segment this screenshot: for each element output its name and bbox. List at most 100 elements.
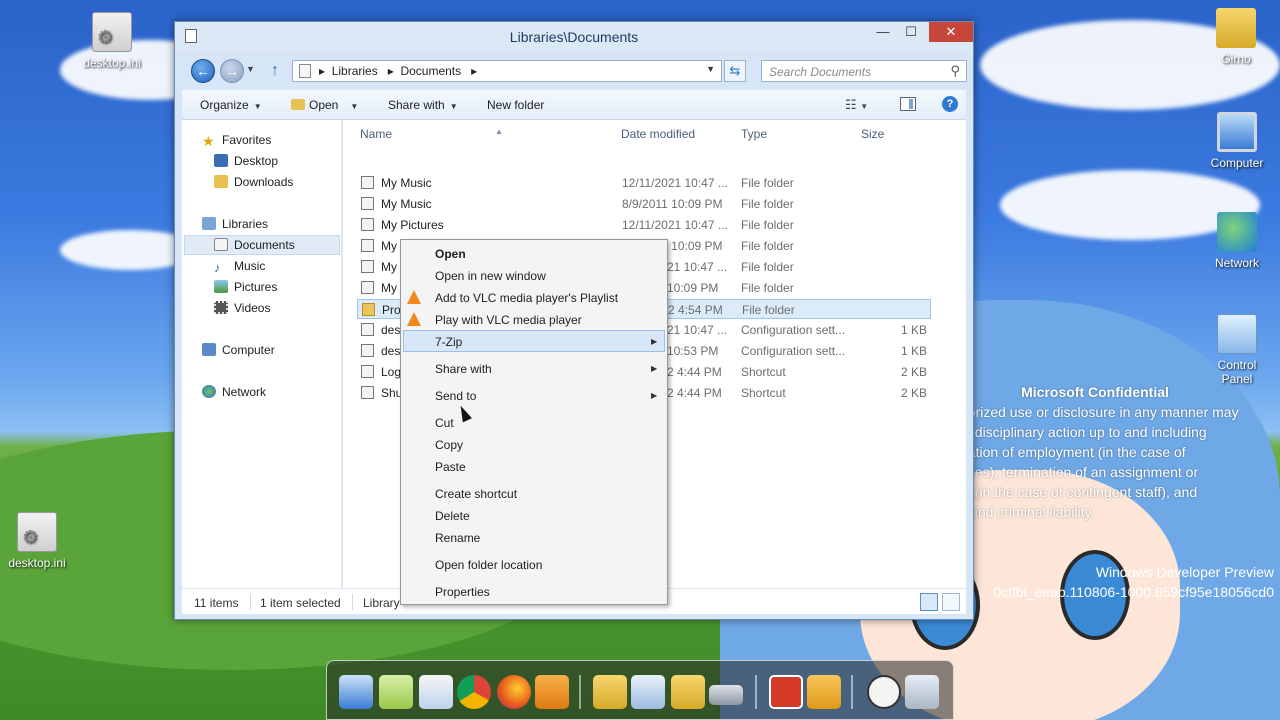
thumbnail-view-icon[interactable] [942, 593, 960, 611]
desktop-icon-user-folder[interactable]: Girno [1196, 8, 1276, 66]
breadcrumb-separator[interactable]: ▸ [319, 64, 325, 78]
library-icon[interactable] [631, 675, 665, 709]
desktop-icon-label: desktop.ini [8, 556, 66, 570]
open-button[interactable]: Open ▼ [291, 98, 358, 112]
menu-item-rename[interactable]: Rename [435, 531, 480, 545]
documents-icon [214, 238, 228, 251]
column-header-size[interactable]: Size [861, 127, 884, 141]
nav-music[interactable]: ♪ Music [214, 259, 265, 275]
file-name: My [381, 260, 397, 274]
dock-notes-icon[interactable] [379, 675, 413, 709]
downloads-folder-icon [214, 175, 228, 188]
menu-item-create-shortcut[interactable]: Create shortcut [435, 487, 517, 501]
nav-favorites[interactable]: ★ Favorites [202, 133, 271, 149]
menu-item-open[interactable]: Open [435, 247, 466, 261]
computer-icon [202, 343, 216, 356]
desktop-icon-desktop-ini[interactable]: desktop.ini [0, 512, 77, 570]
dock-document-icon[interactable] [419, 675, 453, 709]
table-row[interactable]: My Pictures 12/11/2021 10:47 ... File fo… [357, 215, 931, 235]
media-player-icon[interactable] [535, 675, 569, 709]
maximize-button[interactable]: ☐ [897, 22, 925, 42]
pictures-icon [214, 280, 228, 293]
desktop-icon-computer[interactable]: Computer [1197, 112, 1277, 170]
desktop-icon-desktop-ini[interactable]: desktop.ini [72, 12, 152, 70]
up-arrow-icon[interactable]: ↑ [271, 62, 279, 80]
details-view-icon[interactable] [920, 593, 938, 611]
menu-item-7zip[interactable]: 7-Zip [435, 335, 462, 349]
column-label: Name [360, 127, 393, 141]
nav-computer[interactable]: Computer [202, 343, 275, 357]
folder-icon[interactable] [671, 675, 705, 709]
user-folder-icon [1216, 8, 1256, 48]
menu-item-paste[interactable]: Paste [435, 460, 466, 474]
menu-item-share-with[interactable]: Share with [435, 362, 492, 376]
menu-item-copy[interactable]: Copy [435, 438, 463, 452]
power-icon[interactable] [769, 675, 803, 709]
menu-item-properties[interactable]: Properties [435, 585, 490, 599]
preview-pane-icon[interactable] [900, 97, 916, 111]
nav-network[interactable]: Network [202, 385, 266, 399]
downloads-folder-icon[interactable] [593, 675, 627, 709]
nav-pictures[interactable]: Pictures [214, 280, 277, 294]
menu-item-cut[interactable]: Cut [435, 416, 454, 430]
minimize-button[interactable]: — [869, 22, 897, 42]
view-options-icon[interactable]: ☷ ▼ [845, 97, 868, 113]
chevron-down-icon[interactable]: ▼ [706, 64, 715, 74]
recent-pages-chevron-icon[interactable]: ▼ [246, 64, 255, 74]
recycle-bin-icon[interactable] [905, 675, 939, 709]
menu-item-send-to[interactable]: Send to [435, 389, 476, 403]
drive-icon[interactable] [709, 685, 743, 705]
vlc-cone-icon [407, 290, 421, 304]
chevron-down-icon: ▼ [449, 102, 458, 111]
refresh-button[interactable]: ⇆ [724, 60, 746, 82]
desktop-icon-control-panel[interactable]: Control Panel [1197, 314, 1277, 386]
column-header-type[interactable]: Type [741, 127, 767, 141]
nav-downloads[interactable]: Downloads [214, 175, 293, 189]
nav-label: Videos [234, 301, 271, 315]
share-with-button[interactable]: Share with ▼ [388, 98, 458, 112]
desktop-icon-network[interactable]: Network [1197, 212, 1277, 270]
file-date: 21 10:47 ... [667, 260, 728, 274]
menu-item-open-folder-location[interactable]: Open folder location [435, 558, 542, 572]
menu-item-vlc-playlist[interactable]: Add to VLC media player's Playlist [435, 291, 618, 305]
menu-item-vlc-play[interactable]: Play with VLC media player [435, 313, 582, 327]
chrome-icon[interactable] [457, 675, 491, 709]
nav-documents[interactable]: Documents [214, 238, 295, 252]
clock-icon[interactable] [867, 675, 901, 709]
nav-label: Downloads [234, 175, 294, 189]
breadcrumb-separator[interactable]: ▸ [388, 64, 394, 78]
firefox-icon[interactable] [497, 675, 531, 709]
table-row[interactable]: My Music 8/9/2011 10:09 PM File folder [357, 194, 931, 214]
menu-item-delete[interactable]: Delete [435, 509, 470, 523]
column-header-name[interactable]: Name ▲ [360, 127, 503, 141]
forward-button[interactable]: → [220, 59, 244, 83]
breadcrumb-separator[interactable]: ▸ [471, 64, 477, 78]
file-type: Shortcut [741, 365, 786, 379]
folder-icon [361, 260, 374, 273]
menu-item-open-new-window[interactable]: Open in new window [435, 269, 546, 283]
column-header-date-modified[interactable]: Date modified [621, 127, 695, 141]
organize-button[interactable]: Organize ▼ [200, 98, 262, 112]
file-type: File folder [741, 176, 794, 190]
shortcut-icon [361, 365, 374, 378]
address-bar[interactable]: ▸ Libraries ▸ Documents ▸ ▼ [292, 60, 722, 82]
submenu-arrow-icon: ▶ [651, 337, 658, 346]
nav-label: Network [222, 385, 267, 399]
nav-libraries[interactable]: Libraries [202, 217, 268, 231]
new-folder-button[interactable]: New folder [487, 98, 544, 112]
breadcrumb-documents[interactable]: Documents [400, 64, 461, 78]
dock-computer-icon[interactable] [339, 675, 373, 709]
key-icon[interactable] [807, 675, 841, 709]
table-row[interactable]: My Music 12/11/2021 10:47 ... File folde… [357, 173, 931, 193]
title-bar[interactable]: Libraries\Documents — ☐ ✕ [175, 22, 973, 52]
nav-desktop[interactable]: Desktop [214, 154, 278, 168]
search-input[interactable]: Search Documents ⚲ [761, 60, 967, 82]
help-icon[interactable]: ? [942, 96, 958, 112]
search-icon[interactable]: ⚲ [950, 63, 960, 79]
nav-videos[interactable]: Videos [214, 301, 270, 315]
breadcrumb-libraries[interactable]: Libraries [332, 64, 378, 78]
dock-bar [326, 660, 954, 720]
file-name: My Music [381, 176, 432, 190]
back-button[interactable]: ← [191, 59, 215, 83]
close-button[interactable]: ✕ [929, 22, 973, 42]
